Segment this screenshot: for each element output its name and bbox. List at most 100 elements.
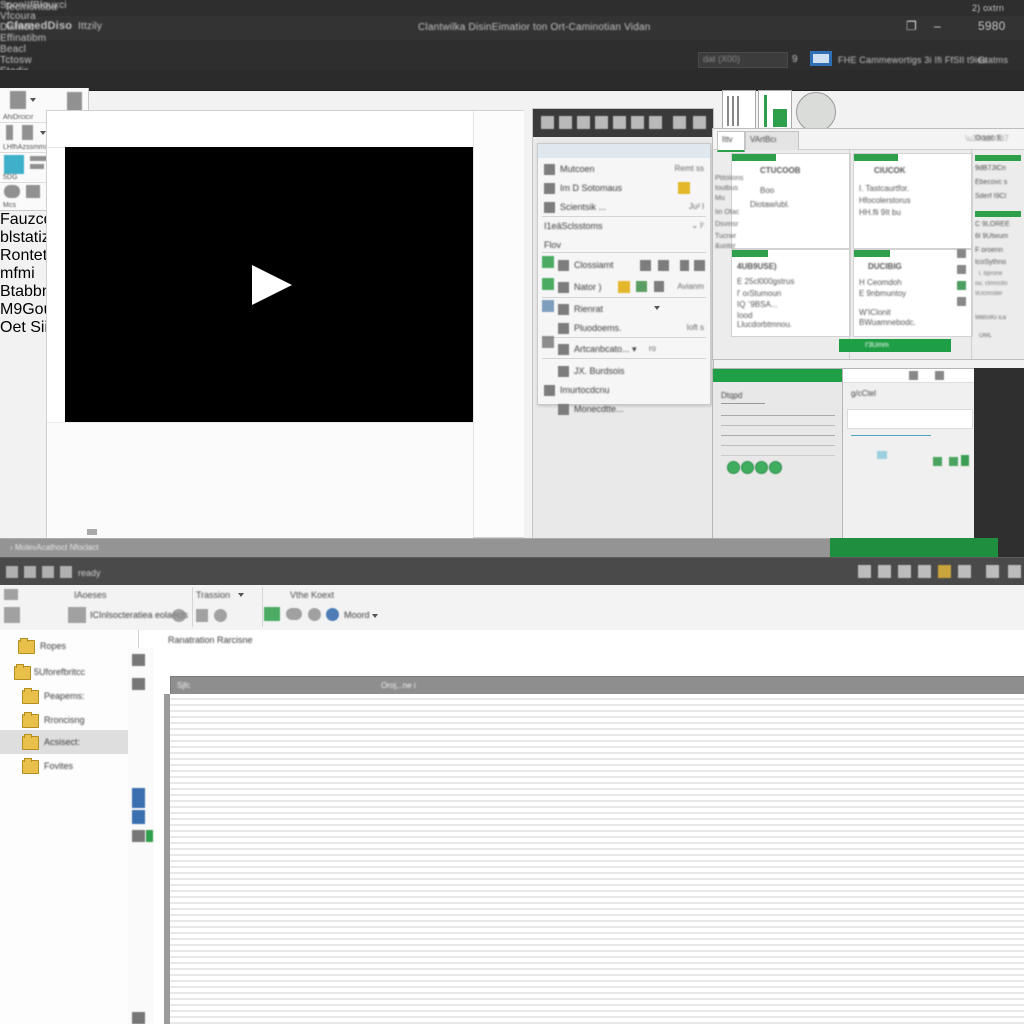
person-icon[interactable] — [4, 607, 20, 623]
layout-icon[interactable] — [132, 654, 145, 666]
table-tool-icon[interactable] — [559, 116, 572, 129]
link-icon-bottom[interactable] — [286, 608, 302, 620]
tree-item-0[interactable]: Ropes — [0, 634, 138, 658]
selection-handle[interactable] — [132, 788, 145, 808]
warning-icon[interactable] — [938, 565, 951, 578]
highlight-icon[interactable] — [678, 182, 690, 194]
menubar-right-end[interactable]: Gtatms — [978, 55, 1008, 65]
menu-item-3[interactable]: Effinatibm — [0, 33, 1024, 44]
table-icon-strip[interactable] — [132, 830, 145, 842]
status-circle-0[interactable] — [727, 461, 740, 474]
step-icon[interactable] — [196, 609, 208, 622]
chevron-down-icon[interactable] — [30, 98, 36, 102]
doc-icon[interactable] — [42, 566, 54, 578]
menu-row-3[interactable]: I1eäSclsstoms ⌄ l⁾ — [538, 217, 710, 236]
chevron-down-icon-menu[interactable] — [654, 306, 660, 310]
account-chip[interactable] — [810, 51, 832, 66]
back-icon[interactable] — [4, 589, 18, 600]
clock-icon-bottom[interactable] — [308, 608, 321, 621]
edit-icon[interactable] — [957, 249, 966, 258]
menu-item-1[interactable]: Vfcoura — [0, 11, 1024, 22]
tree-item-4[interactable]: Acsisect: — [0, 730, 138, 754]
link-tool-icon[interactable] — [595, 116, 608, 129]
info-icon[interactable] — [6, 566, 18, 578]
search-icon[interactable] — [636, 281, 647, 292]
more-tool-icon[interactable] — [693, 116, 706, 129]
add-icon-strip[interactable] — [146, 830, 153, 842]
save-icon[interactable] — [961, 455, 969, 466]
paste-icon[interactable] — [680, 260, 689, 271]
tab-0[interactable]: Ittv — [717, 131, 745, 152]
tree-item-3[interactable]: Rroncisng — [0, 708, 138, 732]
card-3[interactable]: DUCIBIG H Ceomdoh E 9nbmuntoy W'IClonit … — [853, 249, 973, 337]
list-tool-icon[interactable] — [541, 116, 554, 129]
search-input[interactable]: dat (X00) — [698, 52, 788, 68]
refresh-tool-icon[interactable] — [631, 116, 644, 129]
tree-item-5[interactable]: Fovites — [0, 754, 138, 778]
frame-icon[interactable] — [918, 565, 931, 578]
tree-item-1[interactable]: 5Uforefbritcc — [0, 660, 138, 684]
filter-tool-icon[interactable] — [649, 116, 662, 129]
menu-row-0[interactable]: Mutcoen Remt ss — [538, 160, 710, 179]
delete-icon[interactable] — [957, 297, 966, 306]
tree-item-2[interactable]: Peapems: — [0, 684, 138, 708]
sheet-lines[interactable] — [170, 694, 1024, 1024]
lower-right-field[interactable] — [847, 409, 973, 429]
confirm-icon[interactable] — [933, 457, 942, 466]
menu-item-4[interactable]: Beacl — [0, 44, 1024, 55]
menu-row-12[interactable]: Monecdtte... — [538, 400, 710, 419]
clock-icon[interactable] — [24, 566, 36, 578]
search-icon-right[interactable] — [909, 371, 918, 380]
text-tool-icon[interactable] — [577, 116, 590, 129]
book-icon[interactable] — [858, 565, 871, 578]
play-icon[interactable] — [252, 264, 292, 305]
chip-icon[interactable] — [877, 451, 887, 459]
chevron-down-icon-mode[interactable] — [372, 614, 378, 618]
pointer-icon[interactable] — [958, 565, 971, 578]
vbox-green-icon[interactable] — [264, 607, 280, 621]
close-icon[interactable] — [654, 281, 664, 292]
column-header-row[interactable]: Sjfc Oroj,..ne i — [170, 676, 1024, 696]
thumbnail-circle[interactable] — [796, 92, 836, 132]
column-tool-icon[interactable] — [613, 116, 626, 129]
menu-item-0[interactable]: Spon!IfBlouxci — [0, 0, 1024, 11]
menu-row-2[interactable]: Scientsik ... Ju² l — [538, 198, 710, 217]
selection-handle-2[interactable] — [132, 810, 145, 824]
grid-icon[interactable] — [878, 565, 891, 578]
format-icon[interactable] — [694, 260, 705, 271]
refresh-icon[interactable] — [214, 609, 227, 622]
status-circle-2[interactable] — [755, 461, 768, 474]
primary-action-button[interactable] — [839, 339, 951, 352]
grid-icon-right[interactable] — [935, 371, 944, 380]
card-0[interactable]: CTUCOOB Boo Diotaw/ubl. — [731, 153, 851, 249]
card-1[interactable]: ClUCOK I. Tastcaurtfor. Hfocolerstorus H… — [853, 153, 973, 249]
paint-tool-icon[interactable] — [673, 116, 686, 129]
copy-icon[interactable] — [640, 260, 651, 271]
big-action-icon[interactable] — [68, 607, 86, 623]
panel-icon[interactable] — [898, 565, 911, 578]
menu-item-9[interactable]: Tcbllia — [0, 99, 1024, 110]
card-2[interactable]: 4UB9USE) E 25cl000gstrus l' oıStumoun IQ… — [731, 249, 851, 337]
help-icon[interactable]: 9 — [792, 54, 798, 65]
globe-icon[interactable] — [1008, 565, 1021, 578]
menu-row-7[interactable]: Rienrat — [538, 300, 710, 319]
menu-row-11[interactable]: Imurtocdcnu — [538, 381, 710, 400]
apply-icon[interactable] — [949, 457, 958, 466]
grid-icon-strip[interactable] — [132, 678, 145, 690]
menu-item-2[interactable]: Dismoc — [0, 22, 1024, 33]
chart-icon[interactable] — [986, 565, 999, 578]
info-badge-icon[interactable] — [326, 608, 339, 621]
record-icon[interactable] — [172, 609, 186, 622]
menu-row-9[interactable]: Artcanbcato... ▾ ro — [538, 340, 710, 359]
menu-row-10[interactable]: JX. Burdsois — [538, 362, 710, 381]
menu-row-8[interactable]: Pluodoems. Ioft s — [538, 319, 710, 338]
share-icon[interactable] — [957, 281, 966, 290]
star-icon[interactable] — [618, 281, 630, 293]
settings-icon-strip[interactable] — [132, 1012, 145, 1024]
horizontal-scrollbar[interactable] — [87, 529, 97, 535]
cut-icon[interactable] — [658, 260, 669, 271]
status-circle-3[interactable] — [769, 461, 782, 474]
status-circle-1[interactable] — [741, 461, 754, 474]
video-player[interactable] — [65, 147, 473, 422]
tab-1[interactable]: VArtBcı — [745, 131, 799, 150]
